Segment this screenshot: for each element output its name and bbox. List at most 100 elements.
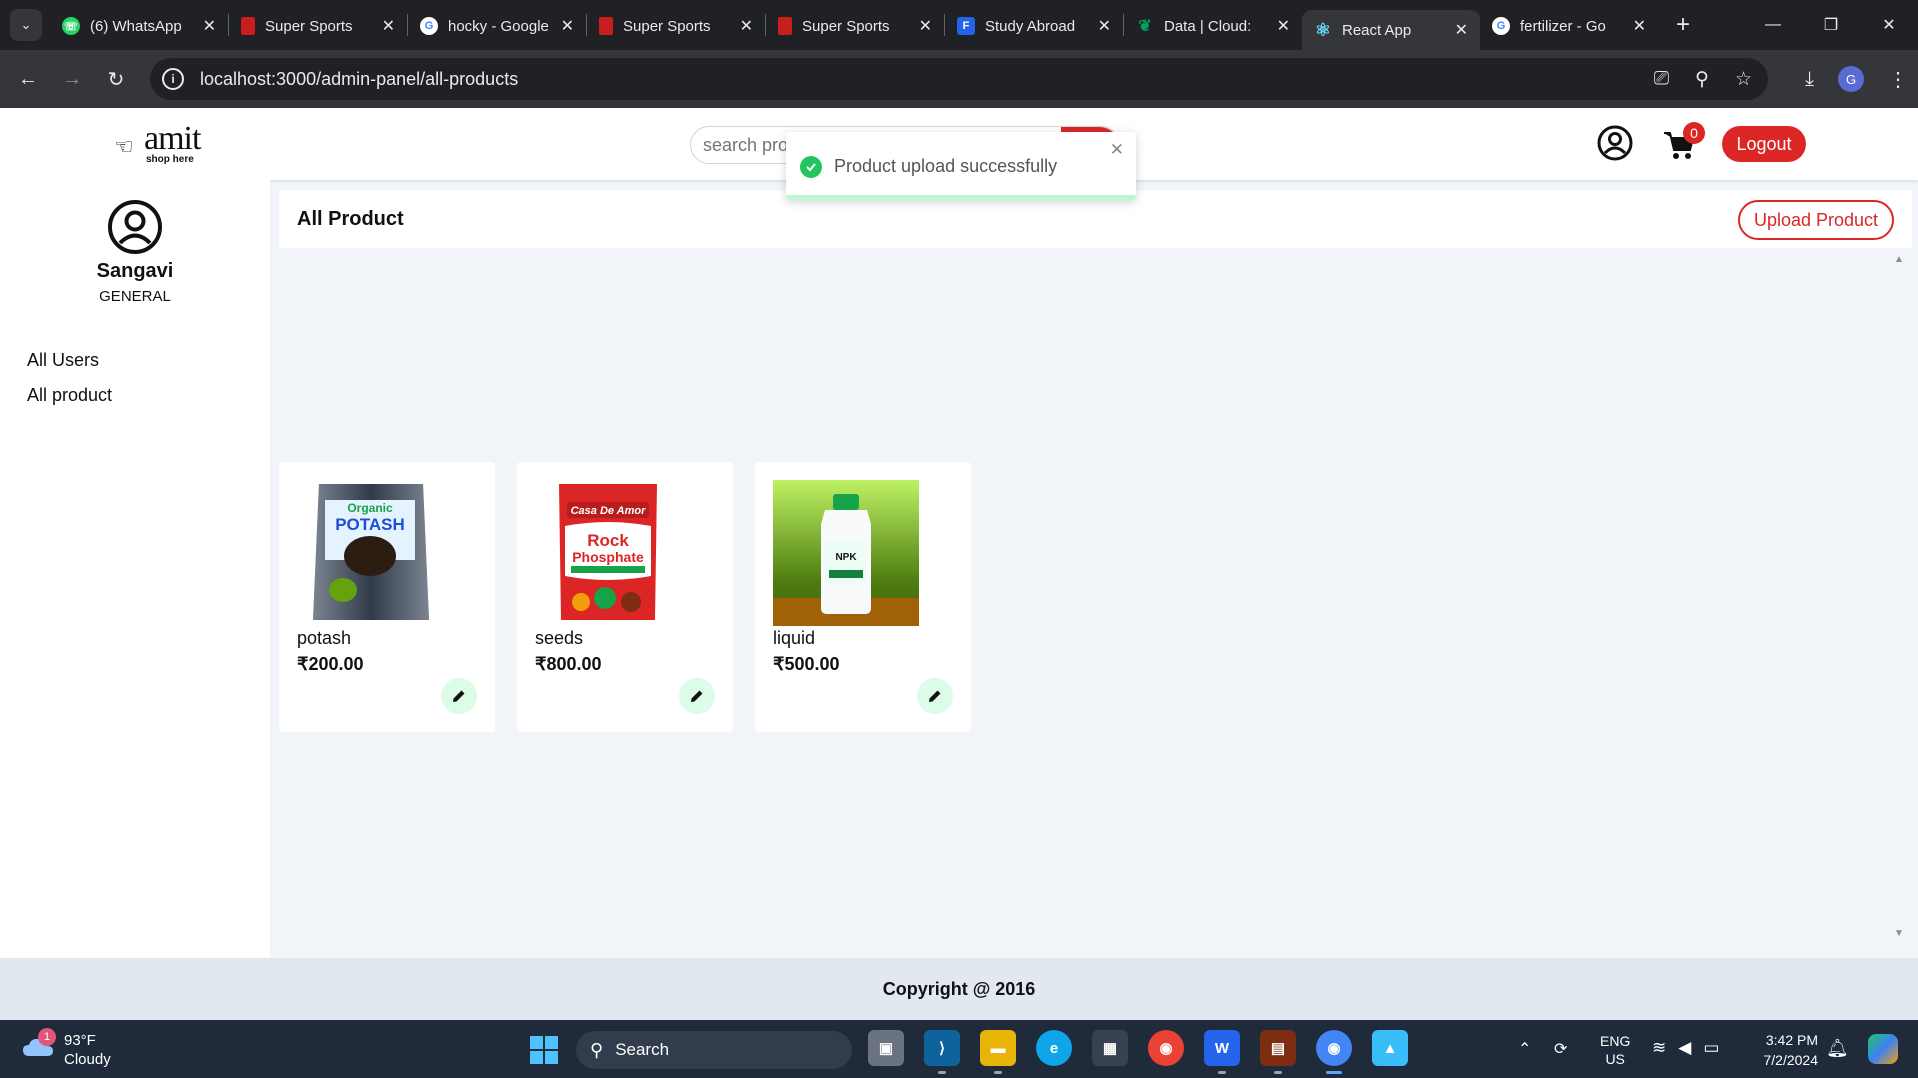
- word-icon[interactable]: W: [1204, 1030, 1240, 1074]
- reload-icon[interactable]: ↻: [94, 67, 138, 92]
- vscode-icon[interactable]: ⟩: [924, 1030, 960, 1074]
- product-image-rock-phosphate: Casa De Amor Rock Phosphate: [535, 480, 681, 626]
- page-footer: Copyright @ 2016: [0, 958, 1918, 1020]
- tab-search-chevron-icon[interactable]: ⌄: [10, 9, 42, 41]
- bookmark-star-icon[interactable]: ☆: [1735, 68, 1752, 91]
- tab-title: (6) WhatsApp: [90, 17, 182, 35]
- user-profile-icon[interactable]: [1596, 124, 1634, 162]
- language-indicator[interactable]: ENG US: [1600, 1032, 1630, 1068]
- tab-title: Super Sports: [265, 17, 353, 35]
- windows-start-icon[interactable]: [530, 1036, 558, 1064]
- tab-close-icon[interactable]: ✕: [1633, 16, 1646, 36]
- sidebar-item-all-product[interactable]: All product: [27, 385, 112, 406]
- scroll-down-arrow-icon[interactable]: ▼: [1894, 928, 1904, 939]
- battery-icon[interactable]: ▭: [1703, 1038, 1719, 1058]
- profile-avatar[interactable]: G: [1838, 66, 1864, 92]
- browser-tab[interactable]: Super Sports ✕: [587, 6, 765, 46]
- photos-icon[interactable]: ▲: [1372, 1030, 1408, 1066]
- taskbar-search[interactable]: ⚲ Search: [576, 1031, 852, 1069]
- edge-icon[interactable]: e: [1036, 1030, 1072, 1066]
- chrome-profile-icon[interactable]: ◉: [1316, 1030, 1352, 1074]
- tab-close-icon[interactable]: ✕: [919, 16, 932, 36]
- new-tab-plus-icon[interactable]: +: [1676, 11, 1690, 39]
- copilot-icon[interactable]: [1868, 1034, 1898, 1064]
- weather-widget[interactable]: 1 93°F Cloudy: [22, 1028, 132, 1072]
- microsoft-store-icon[interactable]: ▦: [1092, 1030, 1128, 1066]
- minimize-icon[interactable]: —: [1744, 16, 1802, 34]
- browser-tab[interactable]: ❦ Data | Cloud: ✕: [1124, 6, 1302, 46]
- site-logo[interactable]: ☜ amit shop here: [114, 120, 224, 165]
- system-clock[interactable]: 3:42 PM 7/2/2024: [1752, 1030, 1819, 1070]
- edit-product-button[interactable]: [441, 678, 477, 714]
- browser-tab[interactable]: ☏ (6) WhatsApp ✕: [50, 6, 228, 46]
- tab-close-icon[interactable]: ✕: [1098, 16, 1111, 36]
- user-avatar-icon: [108, 200, 162, 254]
- svg-text:Rock: Rock: [587, 531, 629, 550]
- tab-close-icon[interactable]: ✕: [561, 16, 574, 36]
- edit-product-button[interactable]: [679, 678, 715, 714]
- browser-tab[interactable]: Super Sports ✕: [766, 6, 944, 46]
- tab-list: ☏ (6) WhatsApp ✕ Super Sports ✕ G hocky …: [50, 0, 1690, 50]
- back-arrow-icon[interactable]: ←: [6, 68, 50, 91]
- tab-title: Data | Cloud:: [1164, 17, 1252, 35]
- sidebar-nav: All Users All product: [27, 350, 112, 420]
- tab-close-icon[interactable]: ✕: [1455, 20, 1468, 40]
- site-info-icon[interactable]: i: [162, 68, 184, 90]
- logout-button[interactable]: Logout: [1722, 126, 1806, 162]
- tab-title: React App: [1342, 21, 1412, 39]
- clock-time: 3:42 PM: [1765, 1032, 1818, 1048]
- windows-taskbar: 1 93°F Cloudy ⚲ Search ▣ ⟩ ▬ e ▦ ◉ W ▤ ◉…: [0, 1020, 1918, 1078]
- pencil-icon: [453, 690, 465, 702]
- toast-message: Product upload successfully: [834, 156, 1058, 176]
- show-hidden-icons-chevron-icon[interactable]: ⌃: [1518, 1020, 1531, 1078]
- restore-icon[interactable]: ❐: [1802, 15, 1860, 35]
- weather-temp: 93°F: [64, 1032, 96, 1049]
- close-window-icon[interactable]: ✕: [1860, 15, 1918, 35]
- more-menu-icon[interactable]: ⋮: [1888, 67, 1908, 92]
- browser-tab[interactable]: G hocky - Google ✕: [408, 6, 586, 46]
- browser-tab-strip: ⌄ ☏ (6) WhatsApp ✕ Super Sports ✕ G hock…: [0, 0, 1918, 50]
- edit-product-button[interactable]: [917, 678, 953, 714]
- pencil-icon: [691, 690, 703, 702]
- svg-text:POTASH: POTASH: [335, 515, 405, 534]
- check-circle-icon: [800, 156, 822, 178]
- download-icon[interactable]: ⤓: [1805, 68, 1814, 91]
- browser-tab-active[interactable]: ⚛ React App ✕: [1302, 10, 1480, 50]
- tab-close-icon[interactable]: ✕: [740, 16, 753, 36]
- file-explorer-icon[interactable]: ▬: [980, 1030, 1016, 1074]
- svg-text:Organic: Organic: [347, 501, 393, 515]
- region-code: US: [1605, 1051, 1625, 1067]
- tab-close-icon[interactable]: ✕: [1277, 16, 1290, 36]
- system-tray-icons: ≋ ◀ ▭: [1652, 1038, 1719, 1058]
- sync-icon[interactable]: ⟳: [1554, 1020, 1567, 1078]
- tab-close-icon[interactable]: ✕: [203, 16, 216, 36]
- winrar-icon[interactable]: ▤: [1260, 1030, 1296, 1074]
- toast-close-icon[interactable]: ✕: [1110, 140, 1124, 160]
- volume-icon[interactable]: ◀: [1678, 1038, 1691, 1058]
- wifi-icon[interactable]: ≋: [1652, 1038, 1666, 1058]
- search-icon: ⚲: [590, 1039, 604, 1060]
- notification-bell-icon[interactable]: 🔔︎: [1826, 1038, 1849, 1059]
- browser-tab[interactable]: Super Sports ✕: [229, 6, 407, 46]
- product-image-potash: Organic POTASH: [297, 480, 443, 626]
- address-bar[interactable]: i localhost:3000/admin-panel/all-product…: [150, 58, 1768, 100]
- upload-product-button[interactable]: Upload Product: [1738, 200, 1894, 240]
- google-icon: G: [1492, 17, 1510, 35]
- browser-tab[interactable]: F Study Abroad ✕: [945, 6, 1123, 46]
- product-card: NPK liquid ₹500.00: [755, 462, 971, 732]
- clock-date: 7/2/2024: [1763, 1052, 1819, 1068]
- install-app-icon[interactable]: ⎚: [1654, 68, 1669, 90]
- google-icon: G: [420, 17, 438, 35]
- language-code: ENG: [1600, 1033, 1631, 1049]
- forward-arrow-icon[interactable]: →: [50, 68, 94, 91]
- svg-text:Phosphate: Phosphate: [572, 549, 644, 565]
- product-grid: Organic POTASH potash ₹200.00 Casa De Am…: [279, 462, 971, 732]
- sidebar-item-all-users[interactable]: All Users: [27, 350, 112, 371]
- task-view-icon[interactable]: ▣: [868, 1030, 904, 1066]
- react-icon: ⚛: [1314, 19, 1332, 40]
- tab-close-icon[interactable]: ✕: [382, 16, 395, 36]
- chrome-icon[interactable]: ◉: [1148, 1030, 1184, 1066]
- zoom-icon[interactable]: ⚲: [1695, 68, 1709, 91]
- scroll-up-arrow-icon[interactable]: ▲: [1894, 254, 1904, 265]
- browser-tab[interactable]: G fertilizer - Go ✕: [1480, 6, 1658, 46]
